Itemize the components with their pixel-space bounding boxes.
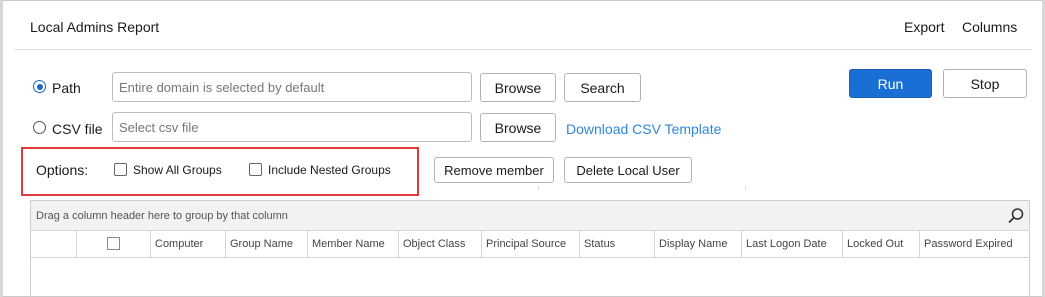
divider-tick	[538, 187, 539, 190]
report-header: Local Admins Report Export Columns	[14, 0, 1032, 50]
column-header-status[interactable]: Status	[579, 231, 654, 258]
window-left-edge	[0, 0, 3, 297]
group-by-bar[interactable]: Drag a column header here to group by th…	[31, 201, 1029, 231]
column-header-locked-out[interactable]: Locked Out	[842, 231, 919, 258]
column-header-row: Computer Group Name Member Name Object C…	[31, 231, 1029, 258]
stop-button[interactable]: Stop	[943, 69, 1027, 98]
column-header-last-logon-date[interactable]: Last Logon Date	[741, 231, 842, 258]
column-header-object-class[interactable]: Object Class	[398, 231, 481, 258]
column-header-computer[interactable]: Computer	[150, 231, 225, 258]
column-header-password-expired[interactable]: Password Expired	[919, 231, 1029, 258]
delete-local-user-button[interactable]: Delete Local User	[564, 157, 692, 183]
search-icon[interactable]	[1007, 207, 1025, 225]
group-by-hint: Drag a column header here to group by th…	[36, 210, 288, 222]
csv-file-input[interactable]	[112, 112, 472, 142]
show-all-groups-checkbox[interactable]	[114, 163, 127, 176]
page-title: Local Admins Report	[30, 19, 160, 35]
download-csv-template-link[interactable]: Download CSV Template	[566, 121, 721, 137]
options-label: Options:	[36, 162, 89, 178]
select-all-checkbox[interactable]	[107, 237, 120, 250]
show-all-groups-label: Show All Groups	[133, 163, 222, 177]
columns-button[interactable]: Columns	[962, 19, 1017, 35]
include-nested-groups-checkbox[interactable]	[249, 163, 262, 176]
column-header-group-name[interactable]: Group Name	[225, 231, 307, 258]
csv-radio[interactable]	[33, 121, 46, 134]
csv-browse-button[interactable]: Browse	[480, 113, 556, 142]
path-radio-label: Path	[52, 80, 81, 96]
path-browse-button[interactable]: Browse	[480, 73, 556, 102]
run-button[interactable]: Run	[849, 69, 932, 98]
include-nested-groups-label: Include Nested Groups	[268, 163, 391, 177]
divider-tick	[745, 187, 746, 190]
remove-member-button[interactable]: Remove member	[434, 157, 554, 183]
column-header-principal-source[interactable]: Principal Source	[481, 231, 579, 258]
path-input[interactable]	[112, 72, 472, 102]
csv-radio-label: CSV file	[52, 121, 103, 137]
export-button[interactable]: Export	[904, 19, 944, 35]
search-button[interactable]: Search	[564, 73, 641, 102]
column-header-display-name[interactable]: Display Name	[654, 231, 741, 258]
path-radio[interactable]	[33, 80, 46, 93]
results-grid: Drag a column header here to group by th…	[30, 200, 1030, 297]
column-header-member-name[interactable]: Member Name	[307, 231, 398, 258]
